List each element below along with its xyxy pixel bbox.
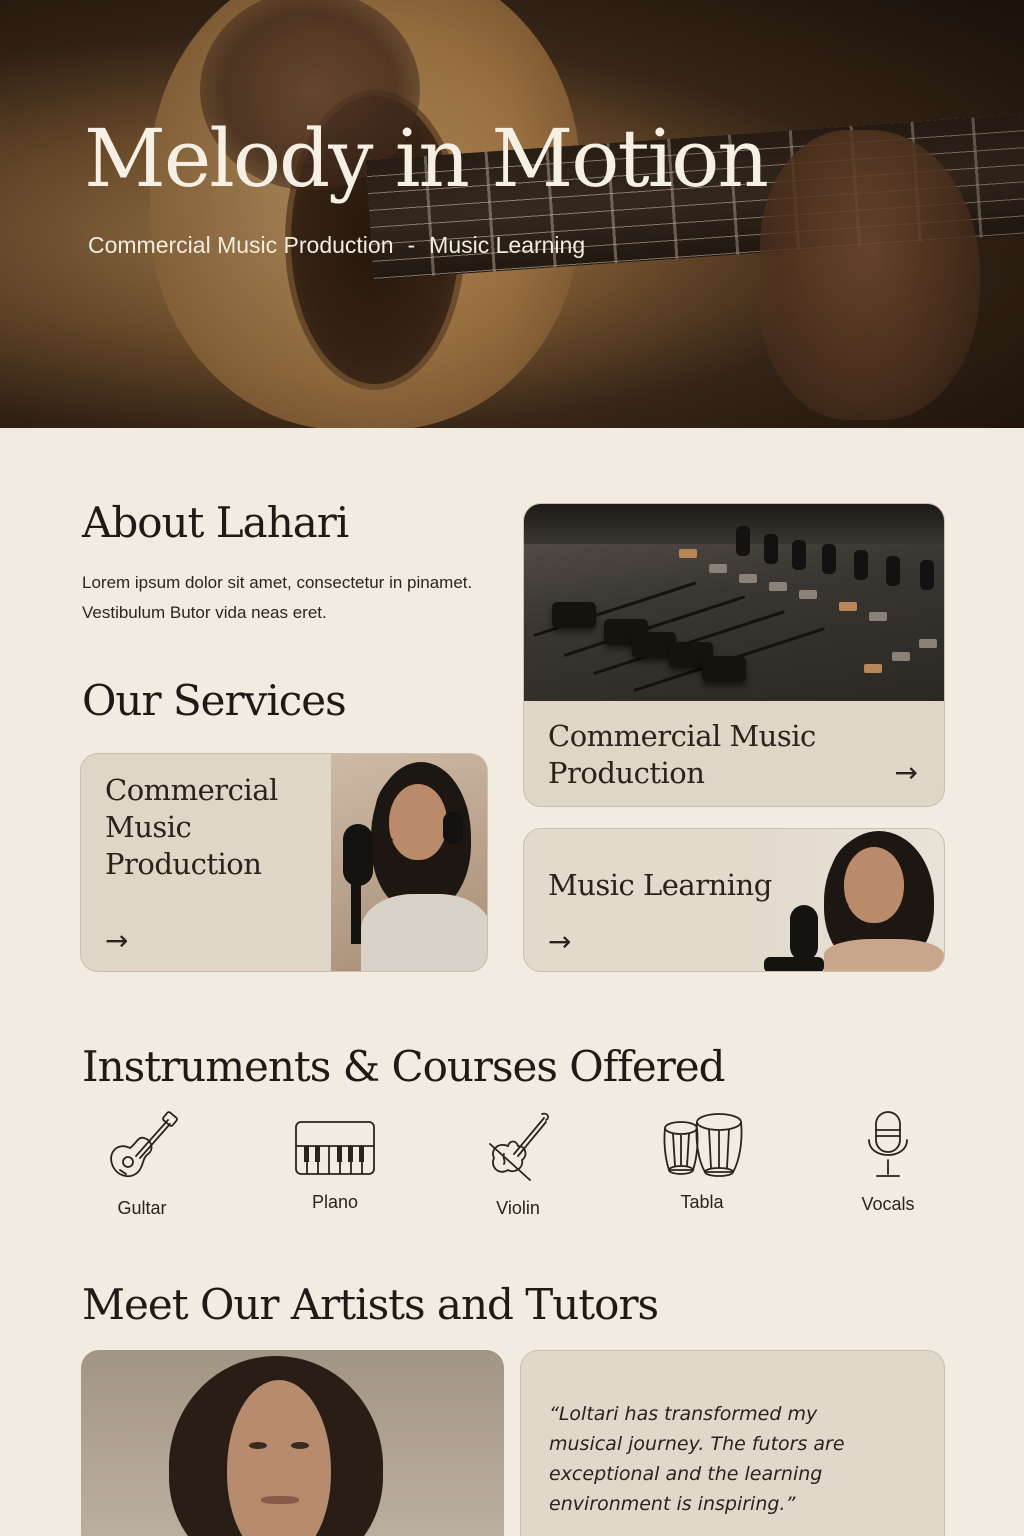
service-card-music-learning[interactable]: Music Learning → bbox=[523, 828, 945, 972]
console-led bbox=[839, 602, 857, 611]
console-knob bbox=[764, 534, 778, 564]
console-led bbox=[739, 574, 757, 583]
fader-cap bbox=[552, 602, 596, 628]
instrument-name: Gultar bbox=[117, 1198, 167, 1218]
artist-lips bbox=[261, 1496, 299, 1504]
hero-overlay bbox=[0, 0, 1024, 428]
mic-mount bbox=[764, 957, 824, 971]
artists-title: Meet Our Artists and Tutors bbox=[82, 1280, 659, 1329]
console-led bbox=[892, 652, 910, 661]
arrow-right-icon[interactable]: → bbox=[895, 756, 918, 789]
console-knob bbox=[792, 540, 806, 570]
instrument-list: Gultar Plano Violin Tabla Vocals bbox=[60, 1108, 960, 1223]
testimonial-quote: “Loltari has transformed my musical jour… bbox=[549, 1403, 845, 1515]
console-led bbox=[769, 582, 787, 591]
student-shirt bbox=[824, 939, 944, 971]
piano-icon bbox=[295, 1121, 375, 1175]
headphone-earcup bbox=[443, 812, 463, 844]
service-card-commercial-production-mixer[interactable]: Commercial Music Production → bbox=[523, 503, 945, 807]
hero-banner: Melody in Motion Commercial Music Produc… bbox=[0, 0, 1024, 428]
microphone-icon bbox=[868, 1111, 908, 1177]
about-text: Lorem ipsum dolor sit amet, consectetur … bbox=[82, 573, 473, 622]
console-knob bbox=[920, 560, 934, 590]
instrument-item-guitar[interactable]: Gultar bbox=[72, 1108, 212, 1219]
service-card-label: Music Learning bbox=[548, 868, 772, 902]
hero-title: Melody in Motion bbox=[84, 112, 769, 205]
studio-microphone bbox=[790, 905, 818, 961]
artist-portrait-card[interactable] bbox=[81, 1350, 504, 1536]
singer-with-headphones-image bbox=[331, 754, 487, 971]
console-led bbox=[919, 639, 937, 648]
studio-microphone bbox=[343, 824, 373, 886]
student-singing-image bbox=[764, 829, 944, 971]
guitar-icon bbox=[110, 1111, 178, 1178]
singer-shirt bbox=[361, 894, 487, 971]
instrument-item-piano[interactable]: Plano bbox=[265, 1108, 405, 1213]
violin-icon bbox=[489, 1112, 549, 1181]
console-knob bbox=[822, 544, 836, 574]
mixing-console-image bbox=[524, 504, 944, 701]
console-led bbox=[864, 664, 882, 673]
subtitle-production: Commercial Music Production bbox=[88, 232, 394, 258]
subtitle-learning: Music Learning bbox=[429, 232, 586, 258]
instrument-item-violin[interactable]: Violin bbox=[448, 1108, 588, 1219]
console-led bbox=[679, 549, 697, 558]
testimonial-card: “Loltari has transformed my musical jour… bbox=[520, 1350, 945, 1536]
console-led bbox=[799, 590, 817, 599]
console-knob bbox=[736, 526, 750, 556]
hero-subtitle: Commercial Music Production - Music Lear… bbox=[88, 232, 585, 259]
instrument-name: Tabla bbox=[680, 1192, 724, 1212]
console-knob bbox=[854, 550, 868, 580]
console-led bbox=[709, 564, 727, 573]
about-title: About Lahari bbox=[82, 498, 349, 547]
subtitle-separator: - bbox=[407, 232, 416, 258]
service-card-label: Commercial Music Production bbox=[548, 719, 816, 790]
tabla-icon bbox=[663, 1113, 743, 1177]
service-card-label: Commercial Music Production bbox=[105, 773, 278, 881]
arrow-right-icon[interactable]: → bbox=[105, 924, 128, 957]
fader-cap bbox=[702, 656, 746, 682]
instrument-name: Violin bbox=[496, 1198, 540, 1218]
mic-stand bbox=[351, 884, 361, 944]
services-title: Our Services bbox=[82, 676, 347, 725]
console-knob bbox=[886, 556, 900, 586]
arrow-right-icon[interactable]: → bbox=[548, 925, 571, 958]
instrument-name: Vocals bbox=[861, 1194, 915, 1214]
headphones bbox=[830, 833, 926, 923]
service-card-commercial-production[interactable]: Commercial Music Production → bbox=[80, 753, 488, 972]
instruments-title: Instruments & Courses Offered bbox=[82, 1042, 726, 1091]
instrument-item-tabla[interactable]: Tabla bbox=[632, 1108, 772, 1213]
artist-eye bbox=[291, 1442, 309, 1449]
console-top bbox=[524, 504, 944, 544]
console-led bbox=[869, 612, 887, 621]
instrument-name: Plano bbox=[311, 1192, 359, 1212]
instrument-item-vocals[interactable]: Vocals bbox=[818, 1108, 958, 1215]
artist-eye bbox=[249, 1442, 267, 1449]
